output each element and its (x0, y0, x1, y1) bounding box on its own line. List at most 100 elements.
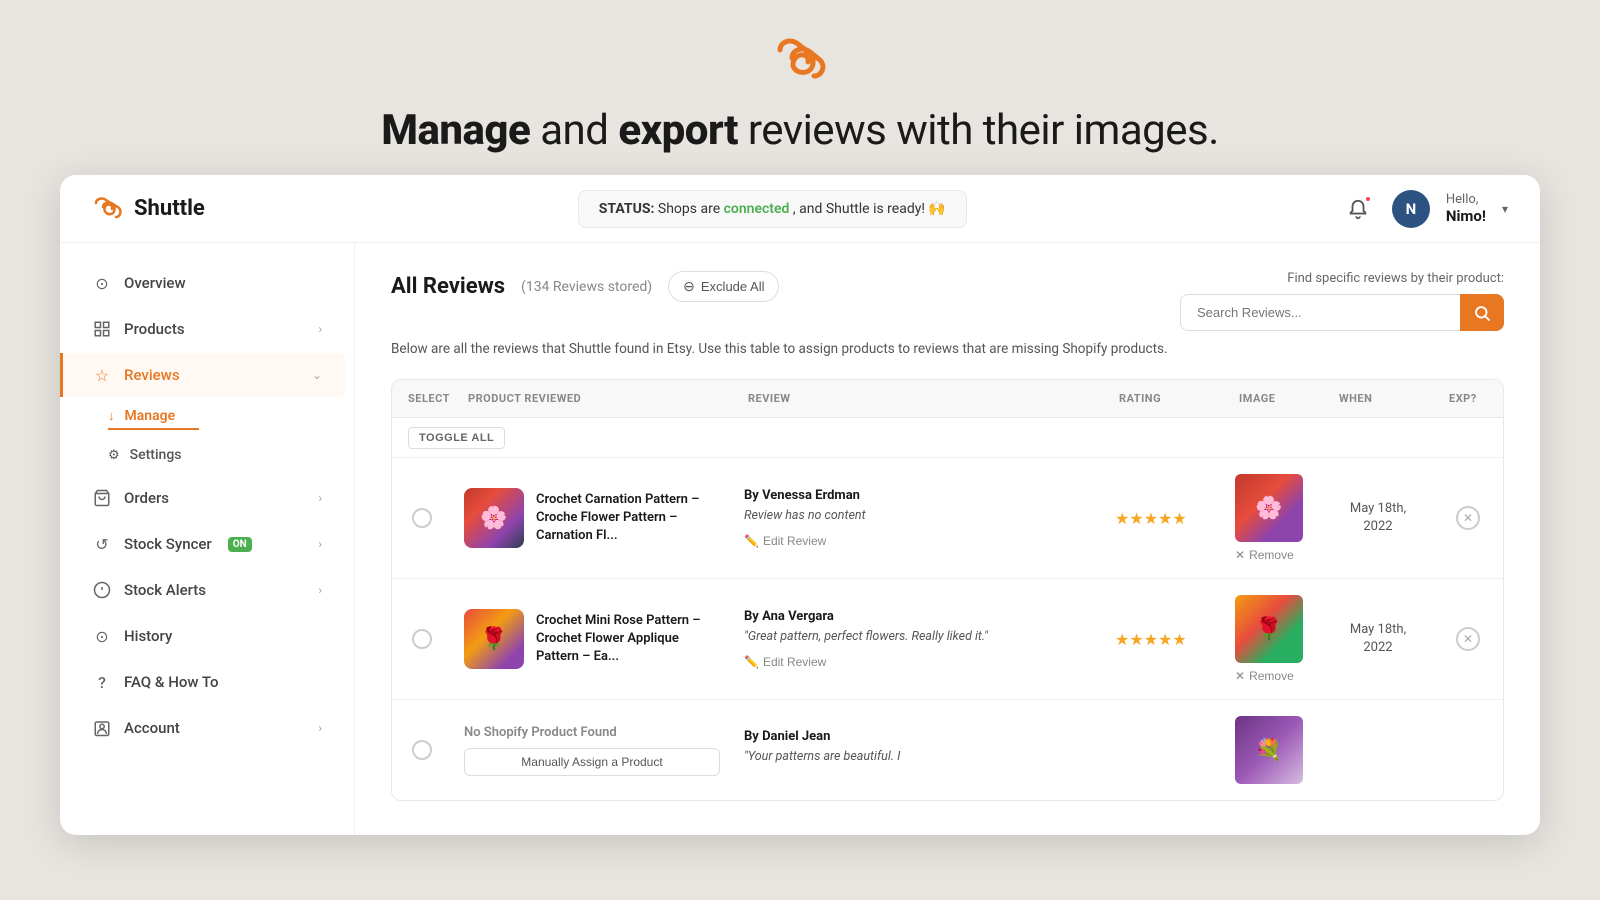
select-radio-2[interactable] (412, 629, 432, 649)
user-info: Hello, Nimo! (1446, 192, 1486, 226)
app-header: Shuttle STATUS: Shops are connected , an… (60, 175, 1540, 243)
user-menu-chevron[interactable]: ▾ (1502, 202, 1508, 216)
exp-remove-2[interactable]: ✕ (1456, 627, 1480, 651)
reviews-count: (134 Reviews stored) (521, 279, 652, 295)
exp-cell-1: ✕ (1433, 506, 1503, 530)
search-icon (1473, 304, 1491, 322)
toggle-all-row: TOGGLE ALL (392, 418, 1503, 458)
stars-1: ★★★★★ (1115, 509, 1211, 528)
assign-product-button[interactable]: Manually Assign a Product (464, 748, 720, 776)
manage-icon: ↓ (108, 408, 115, 424)
select-radio-1[interactable] (412, 508, 432, 528)
user-avatar: N (1392, 190, 1430, 228)
app-window: Shuttle STATUS: Shops are connected , an… (60, 175, 1540, 835)
sidebar-item-products[interactable]: Products › (68, 307, 346, 351)
no-product-label: No Shopify Product Found (464, 725, 720, 740)
sidebar-sub-manage[interactable]: ↓ Manage (108, 399, 199, 430)
product-cell-2: 🌹 Crochet Mini Rose Pattern – Crochet Fl… (452, 609, 732, 669)
review-image-2: 🌹 (1235, 595, 1303, 663)
search-row (1180, 294, 1504, 331)
sidebar-item-account[interactable]: Account › (68, 706, 346, 750)
select-cell-1 (392, 508, 452, 528)
stock-syncer-chevron: › (318, 537, 322, 551)
table-row: No Shopify Product Found Manually Assign… (392, 700, 1503, 800)
sidebar-item-stock-alerts[interactable]: Stock Alerts › (68, 568, 346, 612)
reviewer-name-1: By Venessa Erdman (744, 488, 1091, 503)
remove-button-2[interactable]: ✕ Remove (1235, 669, 1294, 683)
reviews-icon: ☆ (92, 365, 112, 385)
account-icon (92, 718, 112, 738)
date-cell-2: May 18th, 2022 (1323, 621, 1433, 657)
sidebar-item-faq[interactable]: ? FAQ & How To (68, 660, 346, 704)
search-section: Find specific reviews by their product: (1180, 271, 1504, 331)
col-rating: RATING (1103, 380, 1223, 417)
reviewer-name-2: By Ana Vergara (744, 609, 1091, 624)
app-logo-icon (770, 30, 830, 90)
image-cell-3: 💐 (1223, 716, 1323, 784)
reviews-chevron: ⌄ (312, 368, 322, 382)
orders-icon (92, 488, 112, 508)
date-cell-1: May 18th, 2022 (1323, 500, 1433, 536)
status-badge: STATUS: Shops are connected , and Shuttl… (578, 190, 967, 228)
faq-icon: ? (92, 672, 112, 692)
notification-dot (1364, 195, 1372, 203)
edit-icon-1: ✏️ (744, 534, 759, 548)
sidebar-label-account: Account (124, 719, 180, 737)
description-text: Below are all the reviews that Shuttle f… (391, 339, 1504, 359)
review-text-2: "Great pattern, perfect flowers. Really … (744, 628, 1091, 646)
select-cell-2 (392, 629, 452, 649)
reviews-table: SELECT PRODUCT REVIEWED REVIEW RATING IM… (391, 379, 1504, 801)
stock-syncer-icon: ↺ (92, 534, 112, 554)
remove-x-icon-1: ✕ (1235, 548, 1245, 562)
notification-button[interactable] (1340, 191, 1376, 227)
sidebar-item-reviews[interactable]: ☆ Reviews ⌄ (60, 353, 346, 397)
sidebar-item-history[interactable]: ⊙ History (68, 614, 346, 658)
product-thumb-1: 🌸 (464, 488, 524, 548)
reviews-sub-menu: ↓ Manage ⚙ Settings (60, 399, 354, 472)
sidebar-label-orders: Orders (124, 489, 169, 507)
products-icon (92, 319, 112, 339)
app-logo-text: Shuttle (134, 196, 205, 221)
date-text-2: May 18th, 2022 (1335, 621, 1421, 657)
sidebar-label-manage: Manage (125, 408, 176, 424)
exclude-all-button[interactable]: ⊖ Exclude All (668, 271, 779, 302)
search-label: Find specific reviews by their product: (1287, 271, 1504, 286)
image-cell-1: 🌸 ✕ Remove (1223, 474, 1323, 562)
history-icon: ⊙ (92, 626, 112, 646)
products-chevron: › (318, 322, 322, 336)
sidebar-item-orders[interactable]: Orders › (68, 476, 346, 520)
table-row: 🌸 Crochet Carnation Pattern – Croche Flo… (392, 458, 1503, 579)
toggle-all-button[interactable]: TOGGLE ALL (408, 427, 505, 449)
search-button[interactable] (1460, 294, 1504, 331)
remove-button-1[interactable]: ✕ Remove (1235, 548, 1294, 562)
product-name-1: Crochet Carnation Pattern – Croche Flowe… (536, 491, 720, 546)
select-radio-3[interactable] (412, 740, 432, 760)
sidebar-label-faq: FAQ & How To (124, 673, 219, 691)
reviews-search-wrapper: All Reviews (134 Reviews stored) ⊖ Exclu… (391, 271, 1504, 331)
edit-review-button-1[interactable]: ✏️ Edit Review (744, 534, 826, 548)
stock-alerts-chevron: › (318, 583, 322, 597)
app-logo: Shuttle (92, 193, 205, 225)
shuttle-logo-icon (92, 193, 124, 225)
edit-icon-2: ✏️ (744, 655, 759, 669)
col-when: WHEN (1323, 380, 1433, 417)
sidebar-item-overview[interactable]: ⊙ Overview (68, 261, 346, 305)
product-thumb-2: 🌹 (464, 609, 524, 669)
product-name-2: Crochet Mini Rose Pattern – Crochet Flow… (536, 612, 720, 667)
col-image: IMAGE (1223, 380, 1323, 417)
exp-remove-1[interactable]: ✕ (1456, 506, 1480, 530)
stock-alerts-icon (92, 580, 112, 600)
search-input[interactable] (1180, 294, 1460, 331)
settings-sub-icon: ⚙ (108, 448, 120, 463)
reviews-title: All Reviews (391, 274, 505, 299)
review-image-3: 💐 (1235, 716, 1303, 784)
sidebar-item-stock-syncer[interactable]: ↺ Stock Syncer ON › (68, 522, 346, 566)
account-chevron: › (318, 721, 322, 735)
sidebar-sub-settings[interactable]: ⚙ Settings (108, 438, 354, 472)
review-image-1: 🌸 (1235, 474, 1303, 542)
review-cell-3: By Daniel Jean "Your patterns are beauti… (732, 729, 1103, 772)
review-text-1: Review has no content (744, 507, 1091, 525)
sidebar-label-overview: Overview (124, 274, 186, 292)
edit-review-button-2[interactable]: ✏️ Edit Review (744, 655, 826, 669)
product-cell-1: 🌸 Crochet Carnation Pattern – Croche Flo… (452, 488, 732, 548)
